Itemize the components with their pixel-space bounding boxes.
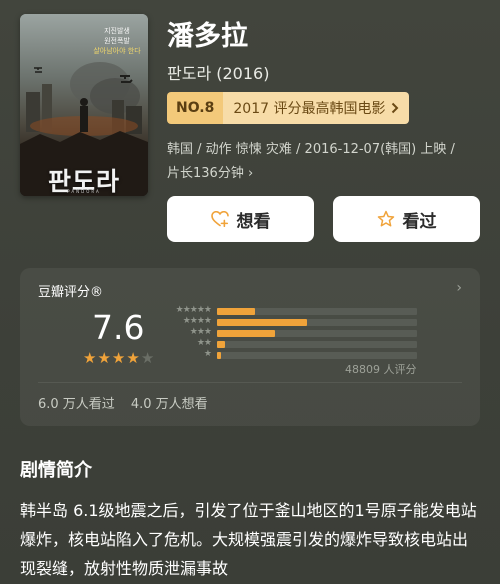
- meta-line-genres: 韩国 / 动作 惊悚 灾难 / 2016-12-07(韩国) 上映 /: [167, 142, 455, 157]
- rating-bar-row: ★: [165, 349, 425, 361]
- rating-bar-fill: [217, 352, 221, 359]
- rating-bar-fill: [217, 319, 307, 326]
- star-outline-icon: [377, 210, 394, 227]
- ranking-badge[interactable]: NO.8 2017 评分最高韩国电影: [167, 92, 410, 124]
- rating-bar-stars: ★★: [196, 338, 212, 348]
- rating-bar-stars: ★★★★: [182, 316, 212, 326]
- star-empty-icon: ★: [140, 349, 155, 367]
- rating-stars: ★ ★ ★ ★ ★: [83, 351, 154, 366]
- want-label: 想看: [236, 211, 271, 232]
- synopsis-text: 韩半岛 6.1级地震之后，引发了位于釜山地区的1号原子能发电站爆炸，核电站陷入了…: [20, 501, 477, 578]
- rating-bar-track: [217, 330, 417, 337]
- synopsis-heading: 剧情简介: [20, 460, 92, 481]
- poster-tagline-3: 살아남아야 한다: [93, 47, 141, 55]
- rating-score: 7.6: [92, 308, 145, 347]
- chevron-right-icon: [392, 102, 399, 114]
- rating-count: 48809 人评分: [345, 363, 417, 376]
- poster-tagline-1: 지진발생: [104, 27, 130, 35]
- movie-meta[interactable]: 韩国 / 动作 惊悚 灾难 / 2016-12-07(韩国) 上映 / 片长13…: [167, 138, 487, 186]
- watched-count: 6.0 万人看过: [38, 397, 115, 412]
- divider: [38, 382, 462, 383]
- rating-bar-track: [217, 308, 417, 315]
- watched-button[interactable]: 看过: [333, 196, 480, 242]
- rating-bar-fill: [217, 341, 225, 348]
- movie-poster[interactable]: 지진발생 원전폭발 살아남아야 한다 판도라 PANDORA: [20, 14, 148, 196]
- star-filled-icon: ★: [97, 349, 111, 367]
- rating-bar-stars: ★★★: [189, 327, 212, 337]
- movie-original-title: 판도라 (2016): [167, 64, 270, 83]
- movie-detail-page: 지진발생 원전폭발 살아남아야 한다 판도라 PANDORA 潘多拉 판도라 (…: [0, 0, 500, 584]
- rating-bar-track: [217, 341, 417, 348]
- star-filled-icon: ★: [126, 349, 140, 367]
- rank-label: 2017 评分最高韩国电影: [233, 101, 386, 117]
- rating-distribution: ★★★★★ ★★★★ ★★★ ★★ ★: [165, 305, 425, 368]
- rating-bar-fill: [217, 308, 255, 315]
- heart-plus-icon: [210, 211, 229, 227]
- rating-source-label: 豆瓣评分®: [38, 285, 104, 300]
- rating-bar-fill: [217, 330, 275, 337]
- poster-title-en: PANDORA: [67, 189, 101, 194]
- star-filled-icon: ★: [111, 349, 126, 367]
- rating-bar-stars: ★: [203, 349, 212, 359]
- want-to-watch-button[interactable]: 想看: [167, 196, 314, 242]
- seen-label: 看过: [402, 211, 437, 232]
- rating-bar-track: [217, 352, 417, 359]
- meta-line-runtime: 片长136分钟 ›: [167, 166, 254, 181]
- poster-tagline-2: 원전폭발: [104, 37, 130, 45]
- chevron-right-icon: ›: [456, 280, 462, 296]
- star-filled-icon: ★: [83, 349, 97, 367]
- movie-title: 潘多拉: [167, 21, 248, 52]
- rank-number: NO.8: [167, 92, 224, 124]
- rating-bar-stars: ★★★★★: [175, 305, 212, 315]
- rating-bar-track: [217, 319, 417, 326]
- rating-card[interactable]: 豆瓣评分® › 7.6 ★ ★ ★ ★ ★ ★★★★★ ★★★★ ★★★ ★★ ★ 48809 …: [20, 268, 480, 426]
- wish-count: 4.0 万人想看: [130, 397, 208, 412]
